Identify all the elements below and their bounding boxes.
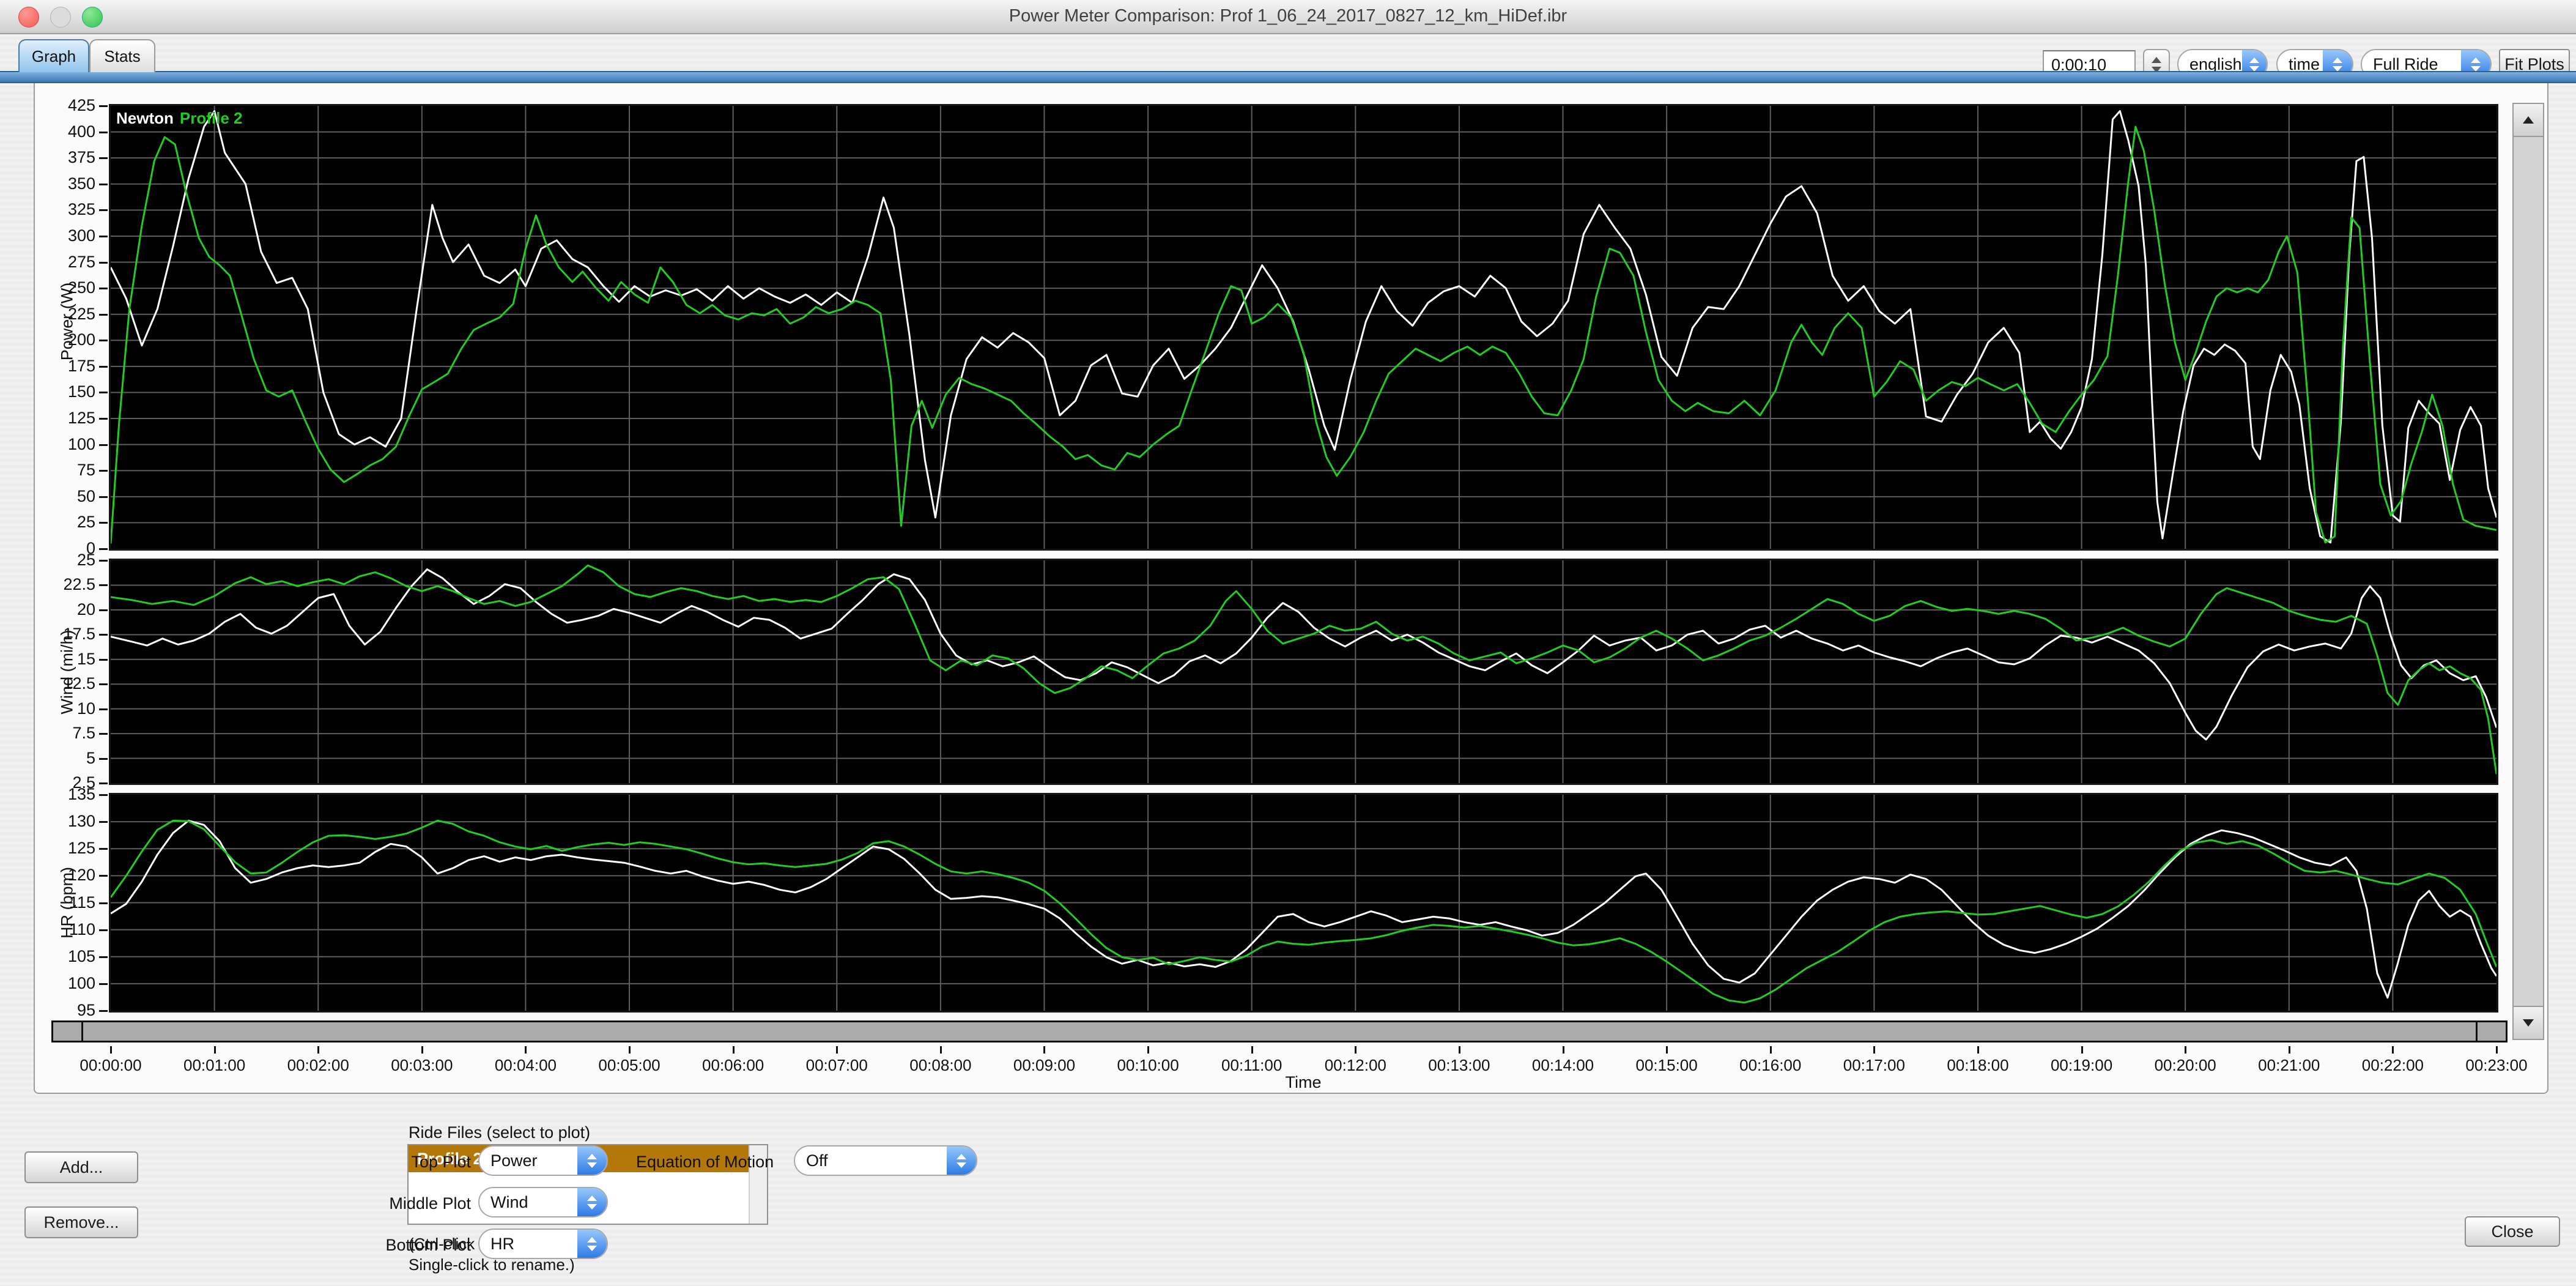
tab-pane-edge	[0, 71, 2576, 83]
legend-profile2: Profile 2	[179, 109, 243, 127]
chevron-updown-icon	[577, 1188, 607, 1216]
triangle-down-icon	[2523, 1019, 2534, 1027]
bottom-plot-label: Bottom Plot	[385, 1236, 471, 1254]
remove-button[interactable]: Remove...	[24, 1206, 138, 1238]
add-button[interactable]: Add...	[24, 1151, 138, 1183]
top-plot-label: Top Plot	[411, 1153, 471, 1171]
chevron-updown-icon	[577, 1230, 607, 1258]
legend-newton: Newton	[116, 109, 174, 127]
power-meter-comparison-window: Power Meter Comparison: Prof 1_06_24_201…	[0, 0, 2576, 1286]
ride-files-label: Ride Files (select to plot)	[409, 1123, 591, 1142]
triangle-up-icon	[2523, 116, 2534, 124]
hscroll-left-cap[interactable]	[53, 1022, 83, 1041]
middle-plot-select[interactable]: Wind	[478, 1187, 608, 1217]
window-title: Power Meter Comparison: Prof 1_06_24_201…	[1009, 6, 1567, 26]
close-button[interactable]: Close	[2465, 1216, 2560, 1247]
hscroll-right-cap[interactable]	[2476, 1022, 2506, 1041]
stepper-up-icon[interactable]	[2152, 57, 2161, 63]
vertical-scrollbar[interactable]	[2512, 103, 2544, 1040]
scroll-down-button[interactable]	[2514, 1006, 2543, 1039]
x-axis-title: Time	[1285, 1073, 1322, 1091]
titlebar: Power Meter Comparison: Prof 1_06_24_201…	[0, 0, 2576, 34]
chevron-updown-icon	[947, 1147, 976, 1175]
tab-stats[interactable]: Stats	[89, 39, 155, 72]
legend: Newton Profile 2	[116, 109, 248, 128]
chevron-updown-icon	[577, 1147, 607, 1175]
scroll-up-button[interactable]	[2514, 104, 2543, 137]
power-plot[interactable]	[109, 104, 2498, 551]
equation-of-motion-label: Equation of Motion	[636, 1153, 774, 1171]
hr-plot[interactable]	[109, 793, 2498, 1013]
equation-of-motion-select[interactable]: Off	[794, 1145, 977, 1176]
bottom-plot-select[interactable]: HR	[478, 1228, 608, 1259]
top-plot-select[interactable]: Power	[478, 1145, 608, 1176]
wind-plot[interactable]	[109, 559, 2498, 785]
middle-plot-label: Middle Plot	[389, 1194, 471, 1213]
tab-graph[interactable]: Graph	[18, 39, 89, 72]
horizontal-scrollbar[interactable]	[51, 1020, 2508, 1043]
